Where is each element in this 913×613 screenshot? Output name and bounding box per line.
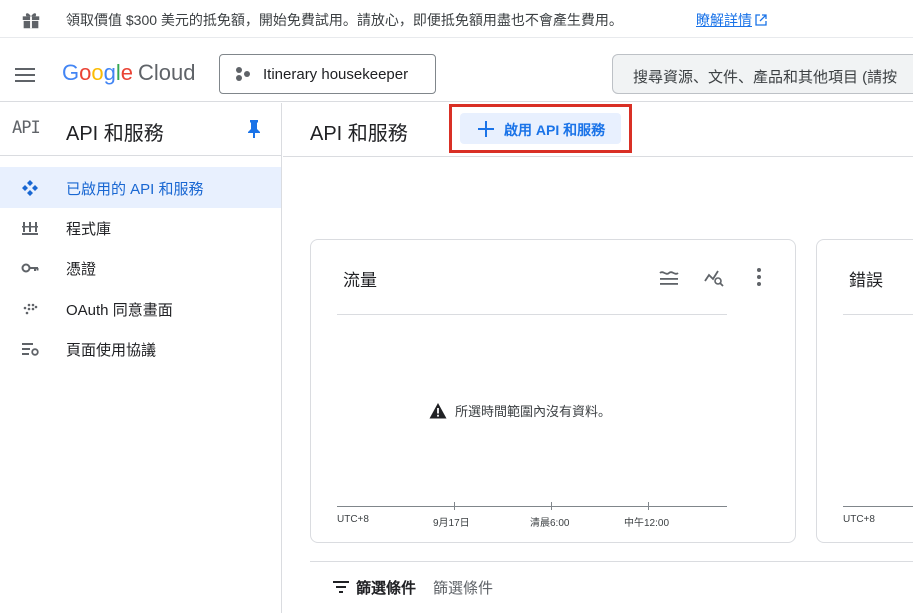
sidebar-item-label: 憑證 [66,261,97,278]
promo-banner: 領取價值 $300 美元的抵免額，開始免費試用。請放心，即便抵免額用盡也不會產生… [0,0,913,38]
google-cloud-logo[interactable]: Google Cloud [62,60,196,86]
library-icon [22,222,38,235]
plus-icon [478,121,494,137]
search-placeholder: 搜尋資源、文件、產品和其他項目 (請按 [633,69,898,86]
sidebar-item-library[interactable]: 程式庫 [0,207,281,248]
enable-apis-highlight: 啟用 API 和服務 [449,104,632,153]
sidebar-title: API 和服務 [66,123,164,145]
filter-label: 篩選條件 [356,580,417,597]
x-axis [337,506,727,507]
x-tick-label: 中午12:00 [624,518,670,529]
project-icon [236,67,250,81]
traffic-card: 流量 所選時間範圍內沒有資料。 UTC+8 9月17日 清晨6:00 中午12:… [310,239,796,543]
project-picker-button[interactable]: Itinerary housekeeper [219,54,436,94]
filter-bar: 篩選條件 篩選條件 [310,561,913,613]
enabled-apis-icon [22,180,38,196]
warning-icon [429,402,447,418]
x-tick-label: 清晨6:00 [530,518,570,529]
errors-card-title: 錯誤 [849,271,883,290]
sidebar-item-page-usage[interactable]: 頁面使用協議 [0,328,281,369]
sidebar-header: API API 和服務 [0,103,282,156]
x-tick-label: 9月17日 [433,518,470,529]
no-data-text: 所選時間範圍內沒有資料。 [455,404,612,419]
explore-chart-icon[interactable] [703,266,725,288]
enable-apis-button[interactable]: 啟用 API 和服務 [460,113,621,144]
filter-icon [333,581,349,593]
sidebar-item-credentials[interactable]: 憑證 [0,247,281,288]
x-tick-label: UTC+8 [337,514,369,525]
sidebar-item-oauth[interactable]: OAuth 同意畫面 [0,288,281,329]
x-tick [551,502,552,510]
learn-more-link[interactable]: 瞭解詳情 [696,10,767,30]
sidebar-item-label: 已啟用的 API 和服務 [66,181,204,198]
oauth-icon [23,303,38,315]
sidebar-item-label: 程式庫 [66,221,112,238]
hamburger-menu-icon[interactable] [12,62,38,88]
sidebar-item-label: 頁面使用協議 [66,342,157,359]
promo-text: 領取價值 $300 美元的抵免額，開始免費試用。請放心，即便抵免額用盡也不會產生… [66,12,623,28]
key-icon [21,263,39,273]
search-input[interactable]: 搜尋資源、文件、產品和其他項目 (請按 [612,54,913,94]
sidebar-item-enabled-apis[interactable]: 已啟用的 API 和服務 [0,167,281,208]
sidebar: API API 和服務 已啟用的 API 和服務 程式庫 憑證 OAuth 同意… [0,103,282,613]
x-tick [648,502,649,510]
no-data-message: 所選時間範圍內沒有資料。 [429,401,611,420]
api-badge-icon: API [12,118,41,138]
gift-icon [22,13,40,29]
pin-icon[interactable] [245,119,263,139]
project-name: Itinerary housekeeper [263,66,409,83]
top-header: Google Cloud Itinerary housekeeper 搜尋資源、文… [0,46,913,102]
errors-card: 錯誤 UTC+8 [816,239,913,543]
traffic-card-title: 流量 [343,271,377,290]
page-title: API 和服務 [310,123,408,145]
x-tick [454,502,455,510]
legend-toggle-icon[interactable] [658,266,680,288]
filter-input[interactable]: 篩選條件 [433,577,493,598]
page-usage-icon [22,343,39,356]
enable-apis-label: 啟用 API 和服務 [504,122,606,138]
x-tick-label: UTC+8 [843,514,875,525]
card-divider [337,314,727,315]
sidebar-item-label: OAuth 同意畫面 [66,302,173,319]
card-divider [843,314,913,315]
learn-more-label: 瞭解詳情 [696,12,752,28]
x-axis [843,506,913,507]
more-vert-icon[interactable] [748,266,770,288]
external-link-icon [755,14,767,26]
